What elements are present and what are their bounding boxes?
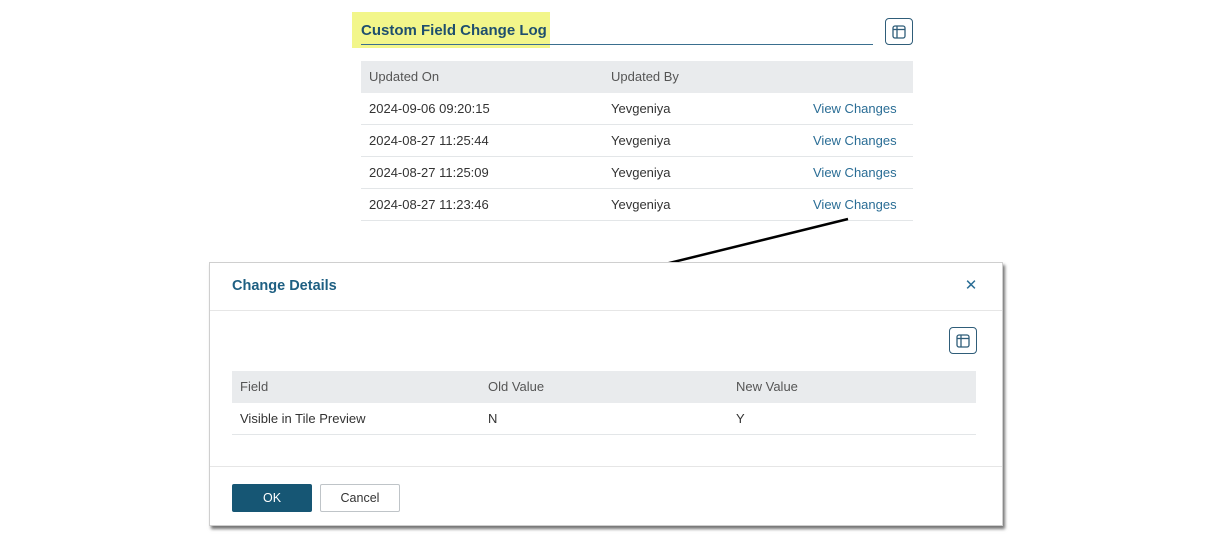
table-columns-icon <box>892 24 906 39</box>
column-settings-button[interactable] <box>949 327 977 354</box>
updated-by-cell: Yevgeniya <box>611 133 671 148</box>
change-log-title: Custom Field Change Log <box>361 22 547 39</box>
title-underline <box>361 44 873 45</box>
table-row: Visible in Tile Preview N Y <box>232 403 976 435</box>
column-settings-button[interactable] <box>885 18 913 45</box>
new-value-cell: Y <box>736 411 745 426</box>
updated-by-cell: Yevgeniya <box>611 101 671 116</box>
close-icon: ✕ <box>964 277 978 294</box>
table-columns-icon <box>956 333 970 348</box>
close-button[interactable]: ✕ <box>962 275 980 297</box>
updated-on-cell: 2024-08-27 11:25:44 <box>369 133 489 148</box>
table-header-row: Updated On Updated By <box>361 61 913 93</box>
updated-by-cell: Yevgeniya <box>611 165 671 180</box>
ok-button[interactable]: OK <box>232 484 312 512</box>
view-changes-link[interactable]: View Changes <box>813 189 897 221</box>
column-header-updated-on[interactable]: Updated On <box>369 61 439 93</box>
change-details-dialog: Change Details ✕ Field Old Value New Val… <box>209 262 1003 526</box>
table-row: 2024-08-27 11:25:09 Yevgeniya View Chang… <box>361 157 913 189</box>
column-header-new-value[interactable]: New Value <box>736 371 798 403</box>
table-row: 2024-08-27 11:25:44 Yevgeniya View Chang… <box>361 125 913 157</box>
column-header-field[interactable]: Field <box>240 371 268 403</box>
view-changes-link[interactable]: View Changes <box>813 93 897 125</box>
change-details-table: Field Old Value New Value Visible in Til… <box>232 371 976 435</box>
table-row: 2024-08-27 11:23:46 Yevgeniya View Chang… <box>361 189 913 221</box>
old-value-cell: N <box>488 411 498 426</box>
updated-by-cell: Yevgeniya <box>611 197 671 212</box>
cancel-button[interactable]: Cancel <box>320 484 400 512</box>
table-header-row: Field Old Value New Value <box>232 371 976 403</box>
table-row: 2024-09-06 09:20:15 Yevgeniya View Chang… <box>361 93 913 125</box>
view-changes-link[interactable]: View Changes <box>813 157 897 189</box>
dialog-title: Change Details <box>232 278 337 294</box>
updated-on-cell: 2024-08-27 11:25:09 <box>369 165 489 180</box>
column-header-updated-by[interactable]: Updated By <box>611 61 679 93</box>
updated-on-cell: 2024-08-27 11:23:46 <box>369 197 489 212</box>
change-log-table: Updated On Updated By 2024-09-06 09:20:1… <box>361 61 913 221</box>
updated-on-cell: 2024-09-06 09:20:15 <box>369 101 490 116</box>
column-header-old-value[interactable]: Old Value <box>488 371 544 403</box>
view-changes-link[interactable]: View Changes <box>813 125 897 157</box>
field-cell: Visible in Tile Preview <box>240 411 366 426</box>
dialog-footer: OK Cancel <box>210 466 1002 526</box>
dialog-header: Change Details ✕ <box>210 263 1002 311</box>
